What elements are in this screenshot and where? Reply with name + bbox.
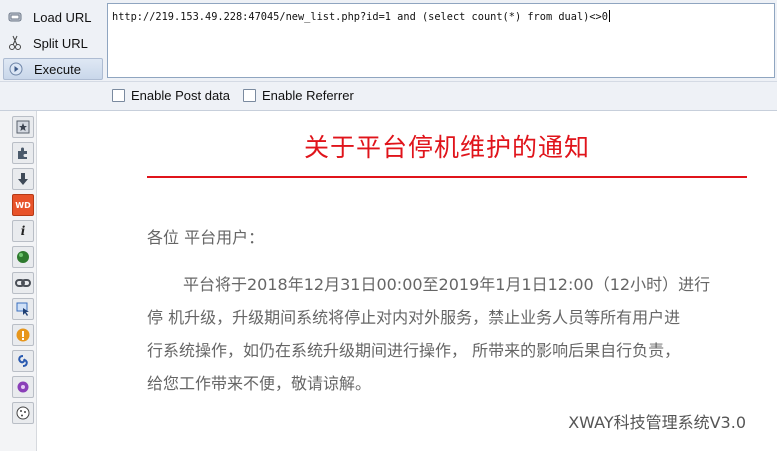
hackbar-toolbar: Load URL Split URL Execute http://219.15… bbox=[0, 0, 777, 82]
execute-label: Execute bbox=[34, 61, 81, 77]
load-url-label: Load URL bbox=[33, 9, 92, 25]
hackbar-actions: Load URL Split URL Execute bbox=[0, 0, 106, 81]
webdeveloper-icon[interactable]: WD bbox=[12, 194, 34, 216]
split-url-label: Split URL bbox=[33, 35, 88, 51]
enable-referrer-label: Enable Referrer bbox=[262, 88, 354, 103]
notice-line-3: 行系统操作，如仍在系统升级期间进行操作， 所带来的影响后果自行负责， bbox=[147, 341, 681, 360]
post-checkbox-box[interactable] bbox=[112, 89, 125, 102]
info-icon[interactable]: i bbox=[12, 220, 34, 242]
split-url-button[interactable]: Split URL bbox=[3, 32, 103, 54]
load-url-icon bbox=[7, 9, 23, 25]
notice-line-1: 平台将于2018年12月31日00:00至2019年1月1日12:00（12小时… bbox=[183, 275, 711, 294]
puzzle-icon[interactable] bbox=[12, 142, 34, 164]
swirl-icon[interactable] bbox=[12, 350, 34, 372]
enable-post-label: Enable Post data bbox=[131, 88, 231, 103]
link-icon[interactable] bbox=[12, 272, 34, 294]
cursor-select-icon[interactable] bbox=[12, 298, 34, 320]
notice-title: 关于平台停机维护的通知 bbox=[303, 133, 590, 162]
enable-post-checkbox[interactable]: Enable Post data bbox=[112, 88, 230, 103]
load-url-button[interactable]: Load URL bbox=[3, 6, 103, 28]
notice-body: 平台将于2018年12月31日00:00至2019年1月1日12:00（12小时… bbox=[147, 268, 757, 400]
url-value-text: http://219.153.49.228:47045/new_list.php… bbox=[112, 11, 608, 23]
url-value: http://219.153.49.228:47045/new_list.php… bbox=[112, 10, 610, 23]
notice-signature: XWAY科技管理系统V3.0 bbox=[568, 413, 746, 432]
star-icon[interactable] bbox=[12, 116, 34, 138]
url-textarea[interactable]: http://219.153.49.228:47045/new_list.php… bbox=[107, 3, 775, 78]
notice-line-2: 停 机升级，升级期间系统将停止对内对外服务，禁止业务人员等所有用户进 bbox=[147, 308, 681, 327]
notice-greeting: 各位 平台用户： bbox=[147, 228, 265, 247]
enable-referrer-checkbox[interactable]: Enable Referrer bbox=[243, 88, 354, 103]
scissors-icon bbox=[7, 35, 23, 51]
execute-button[interactable]: Execute bbox=[3, 58, 103, 80]
warning-icon[interactable] bbox=[12, 324, 34, 346]
purple-gear-icon[interactable] bbox=[12, 376, 34, 398]
play-icon bbox=[8, 61, 24, 77]
extension-sidebar: WD i bbox=[0, 111, 37, 451]
download-arrow-icon[interactable] bbox=[12, 168, 34, 190]
cookie-icon[interactable] bbox=[12, 402, 34, 424]
hackbar-options: Enable Post data Enable Referrer bbox=[0, 82, 777, 111]
text-caret bbox=[608, 10, 610, 22]
green-orb-icon[interactable] bbox=[12, 246, 34, 268]
notice-line-4: 给您工作带来不便，敬请谅解。 bbox=[147, 374, 372, 393]
referrer-checkbox-box[interactable] bbox=[243, 89, 256, 102]
title-divider bbox=[147, 176, 747, 178]
